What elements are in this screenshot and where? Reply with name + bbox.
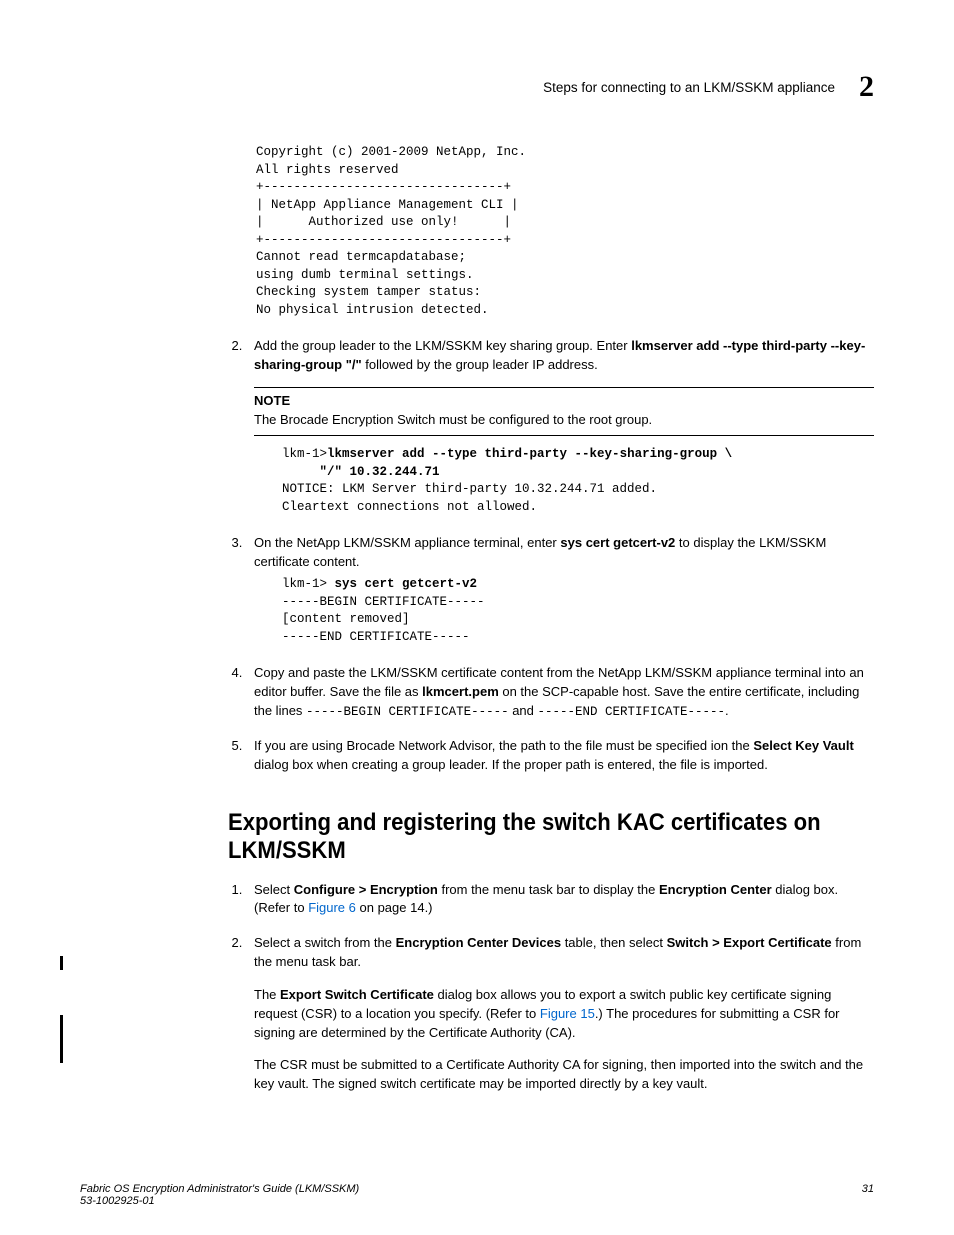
note-block: NOTE The Brocade Encryption Switch must … — [254, 387, 874, 437]
chapter-number: 2 — [859, 70, 874, 104]
cmd-getcert: sys cert getcert-v2 — [560, 535, 675, 550]
footer-doc-title: Fabric OS Encryption Administrator's Gui… — [80, 1183, 359, 1195]
page-header: Steps for connecting to an LKM/SSKM appl… — [80, 70, 874, 104]
step-4: Copy and paste the LKM/SSKM certificate … — [246, 664, 874, 721]
header-title: Steps for connecting to an LKM/SSKM appl… — [543, 80, 835, 95]
section-steps: Select Configure > Encryption from the m… — [228, 881, 874, 1095]
footer-doc-id: 53-1002925-01 — [80, 1195, 359, 1207]
code-block-lkmserver: lkm-1>lkmserver add --type third-party -… — [282, 446, 874, 516]
step-3: On the NetApp LKM/SSKM appliance termina… — [246, 534, 874, 646]
csr-paragraph: The CSR must be submitted to a Certifica… — [254, 1056, 874, 1094]
sec-step-1: Select Configure > Encryption from the m… — [246, 881, 874, 919]
link-figure-6[interactable]: Figure 6 — [308, 900, 356, 915]
code-block-banner: Copyright (c) 2001-2009 NetApp, Inc. All… — [256, 144, 874, 319]
step-2: Add the group leader to the LKM/SSKM key… — [246, 337, 874, 516]
note-text: The Brocade Encryption Switch must be co… — [254, 411, 874, 430]
page-number: 31 — [862, 1183, 874, 1207]
page-footer: Fabric OS Encryption Administrator's Gui… — [80, 1183, 874, 1207]
link-figure-15[interactable]: Figure 15 — [540, 1006, 595, 1021]
sec-step-2: Select a switch from the Encryption Cent… — [246, 934, 874, 1094]
change-bar-icon — [60, 1015, 63, 1063]
change-bar-icon — [60, 956, 63, 970]
code-block-cert: lkm-1> sys cert getcert-v2 -----BEGIN CE… — [282, 576, 874, 646]
step-5: If you are using Brocade Network Advisor… — [246, 737, 874, 775]
steps-list: Add the group leader to the LKM/SSKM key… — [228, 337, 874, 775]
section-heading: Exporting and registering the switch KAC… — [228, 809, 874, 865]
note-label: NOTE — [254, 392, 874, 411]
